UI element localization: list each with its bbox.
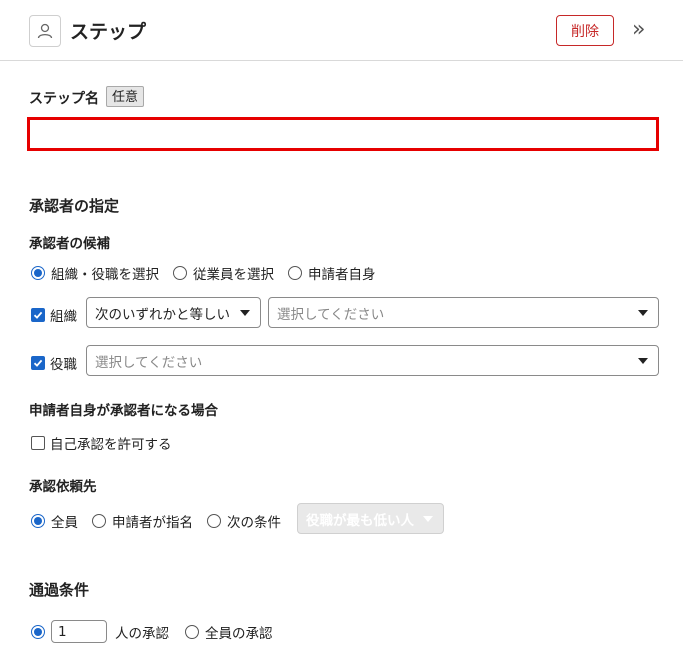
radio-nominated[interactable]: 申請者が指名: [92, 511, 193, 531]
radio-button[interactable]: [92, 514, 106, 528]
chevron-down-icon: [638, 357, 648, 364]
radio-org-position[interactable]: 組織・役職を選択: [31, 263, 159, 283]
user-icon: [29, 15, 61, 47]
radio-label: 全員: [51, 515, 78, 531]
approval-count-value: 1: [58, 623, 67, 640]
radio-button[interactable]: [288, 266, 302, 280]
org-checkbox-row[interactable]: 組織: [31, 305, 77, 325]
radio-button[interactable]: [207, 514, 221, 528]
self-approval-checkbox-row[interactable]: 自己承認を許可する: [31, 433, 172, 453]
radio-button[interactable]: [185, 624, 199, 639]
org-condition-value: 次のいずれかと等しい: [95, 306, 230, 323]
chevron-down-icon: [240, 309, 250, 316]
radio-label: 申請者自身: [308, 267, 376, 283]
checkbox-icon[interactable]: [31, 436, 45, 450]
checkbox-checked-icon[interactable]: [31, 356, 45, 370]
approval-count-input[interactable]: 1: [51, 620, 107, 643]
condition-value: 役職が最も低い人: [306, 512, 414, 529]
approver-candidates-label: 承認者の候補: [29, 236, 110, 252]
approval-count-suffix: 人の承認: [115, 625, 169, 642]
position-label: 役職: [50, 357, 77, 373]
checkbox-checked-icon[interactable]: [31, 308, 45, 322]
page-title: ステップ: [70, 21, 147, 43]
position-checkbox-row[interactable]: 役職: [31, 353, 77, 373]
radio-condition[interactable]: 次の条件: [207, 511, 281, 531]
step-name-input[interactable]: [27, 117, 659, 151]
radio-label: 次の条件: [227, 515, 281, 531]
chevron-down-icon: [638, 309, 648, 316]
self-approval-label: 自己承認を許可する: [50, 437, 172, 453]
radio-button-selected[interactable]: [31, 624, 45, 639]
request-target-radio-group: 全員 申請者が指名 次の条件: [31, 511, 289, 531]
step-name-label: ステップ名: [29, 91, 99, 107]
radio-self[interactable]: 申請者自身: [288, 263, 376, 283]
header-divider: [0, 60, 683, 61]
position-select[interactable]: 選択してください: [86, 345, 659, 376]
org-condition-select[interactable]: 次のいずれかと等しい: [86, 297, 261, 328]
pass-condition-title: 通過条件: [29, 581, 90, 599]
expand-icon[interactable]: »: [632, 18, 645, 42]
radio-all-approval[interactable]: 全員の承認: [185, 622, 273, 642]
radio-button-selected[interactable]: [31, 266, 45, 280]
condition-select-disabled: 役職が最も低い人: [297, 503, 444, 534]
radio-label: 申請者が指名: [112, 515, 193, 531]
org-placeholder: 選択してください: [277, 306, 385, 323]
self-approval-title: 申請者自身が承認者になる場合: [29, 403, 218, 419]
radio-all[interactable]: 全員: [31, 511, 78, 531]
radio-label: 組織・役職を選択: [51, 267, 159, 283]
org-label: 組織: [50, 309, 77, 325]
request-target-title: 承認依頼先: [29, 479, 97, 495]
approver-spec-title: 承認者の指定: [29, 197, 120, 215]
radio-button[interactable]: [173, 266, 187, 280]
radio-label: 従業員を選択: [193, 267, 274, 283]
org-select[interactable]: 選択してください: [268, 297, 659, 328]
radio-button-selected[interactable]: [31, 514, 45, 528]
radio-employee[interactable]: 従業員を選択: [173, 263, 274, 283]
chevron-down-icon: [423, 515, 433, 522]
candidate-radio-group: 組織・役職を選択 従業員を選択 申請者自身: [31, 263, 390, 283]
delete-button[interactable]: 削除: [556, 15, 614, 46]
radio-label: 全員の承認: [205, 625, 273, 642]
position-placeholder: 選択してください: [95, 354, 203, 371]
optional-badge: 任意: [106, 86, 145, 107]
pass-condition-row: 1 人の承認 全員の承認: [31, 620, 287, 643]
